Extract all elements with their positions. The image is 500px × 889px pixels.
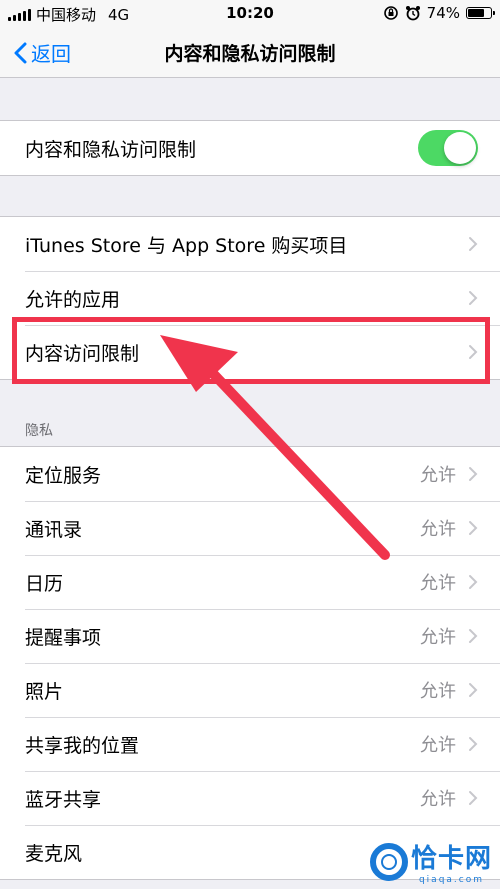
list-item-label: 定位服务: [25, 464, 102, 487]
list-item-label: 内容访问限制: [25, 342, 140, 365]
list-item-label: iTunes Store 与 App Store 购买项目: [25, 234, 348, 257]
chevron-right-icon: [469, 575, 478, 589]
chevron-right-icon: [469, 237, 478, 251]
list-item-itunes-app-store-purchases[interactable]: iTunes Store 与 App Store 购买项目: [0, 217, 500, 271]
list-item-label: 日历: [25, 572, 64, 595]
list-item-label: 共享我的位置: [25, 734, 140, 757]
page-title: 内容和隐私访问限制: [164, 43, 336, 65]
list-item-value: 允许: [420, 789, 456, 810]
list-item-value: 允许: [420, 681, 456, 702]
list-item-value: 允许: [420, 465, 456, 486]
battery-icon: [466, 7, 495, 19]
chevron-right-icon: [469, 521, 478, 535]
chevron-right-icon: [469, 345, 478, 359]
watermark-text: 恰卡网 qiaqa.com: [411, 838, 492, 885]
status-right: 74%: [383, 4, 495, 22]
chevron-right-icon: [469, 737, 478, 751]
list-item-location-services[interactable]: 定位服务 允许: [0, 447, 500, 501]
privacy-section-header: 隐私: [25, 423, 53, 439]
battery-percent: 74%: [426, 4, 460, 22]
navigation-bar: 返回 内容和隐私访问限制: [0, 26, 500, 78]
list-item-bluetooth-sharing[interactable]: 蓝牙共享 允许: [0, 771, 500, 825]
privacy-settings-group: 定位服务 允许 通讯录 允许 日历 允许 提醒事项 允许 照片 允许 共享我的位…: [0, 446, 500, 880]
list-item-value: 允许: [420, 735, 456, 756]
watermark-logo-icon: [369, 842, 408, 881]
watermark: 恰卡网 qiaqa.com: [369, 838, 492, 885]
store-settings-group: iTunes Store 与 App Store 购买项目 允许的应用 内容访问…: [0, 216, 500, 380]
list-item-label: 照片: [25, 680, 64, 703]
list-item-label: 允许的应用: [25, 288, 121, 311]
list-item-value: 允许: [420, 627, 456, 648]
list-item-label: 提醒事项: [25, 626, 102, 649]
list-item-label: 通讯录: [25, 518, 83, 541]
list-item-label: 蓝牙共享: [25, 788, 102, 811]
list-item-calendars[interactable]: 日历 允许: [0, 555, 500, 609]
alarm-icon: [405, 6, 420, 21]
list-item-value: 允许: [420, 519, 456, 540]
master-toggle-row: 内容和隐私访问限制: [0, 121, 500, 175]
list-item-contacts[interactable]: 通讯录 允许: [0, 501, 500, 555]
status-bar: 中国移动 4G 10:20 74%: [0, 0, 500, 26]
orientation-lock-icon: [383, 6, 398, 20]
chevron-right-icon: [469, 467, 478, 481]
chevron-right-icon: [469, 683, 478, 697]
chevron-right-icon: [469, 291, 478, 305]
battery-fill: [468, 9, 485, 17]
list-item-photos[interactable]: 照片 允许: [0, 663, 500, 717]
watermark-url: qiaqa.com: [418, 875, 485, 885]
content-privacy-toggle[interactable]: [418, 130, 478, 166]
master-toggle-label: 内容和隐私访问限制: [25, 138, 197, 161]
list-item-allowed-apps[interactable]: 允许的应用: [0, 271, 500, 325]
toggle-knob: [444, 132, 476, 164]
list-item-value: 允许: [420, 573, 456, 594]
watermark-name: 恰卡网: [410, 844, 492, 874]
master-toggle-group: 内容和隐私访问限制: [0, 120, 500, 176]
list-item-reminders[interactable]: 提醒事项 允许: [0, 609, 500, 663]
chevron-right-icon: [469, 791, 478, 805]
chevron-right-icon: [469, 629, 478, 643]
list-item-content-restrictions[interactable]: 内容访问限制: [0, 325, 500, 379]
list-item-share-my-location[interactable]: 共享我的位置 允许: [0, 717, 500, 771]
